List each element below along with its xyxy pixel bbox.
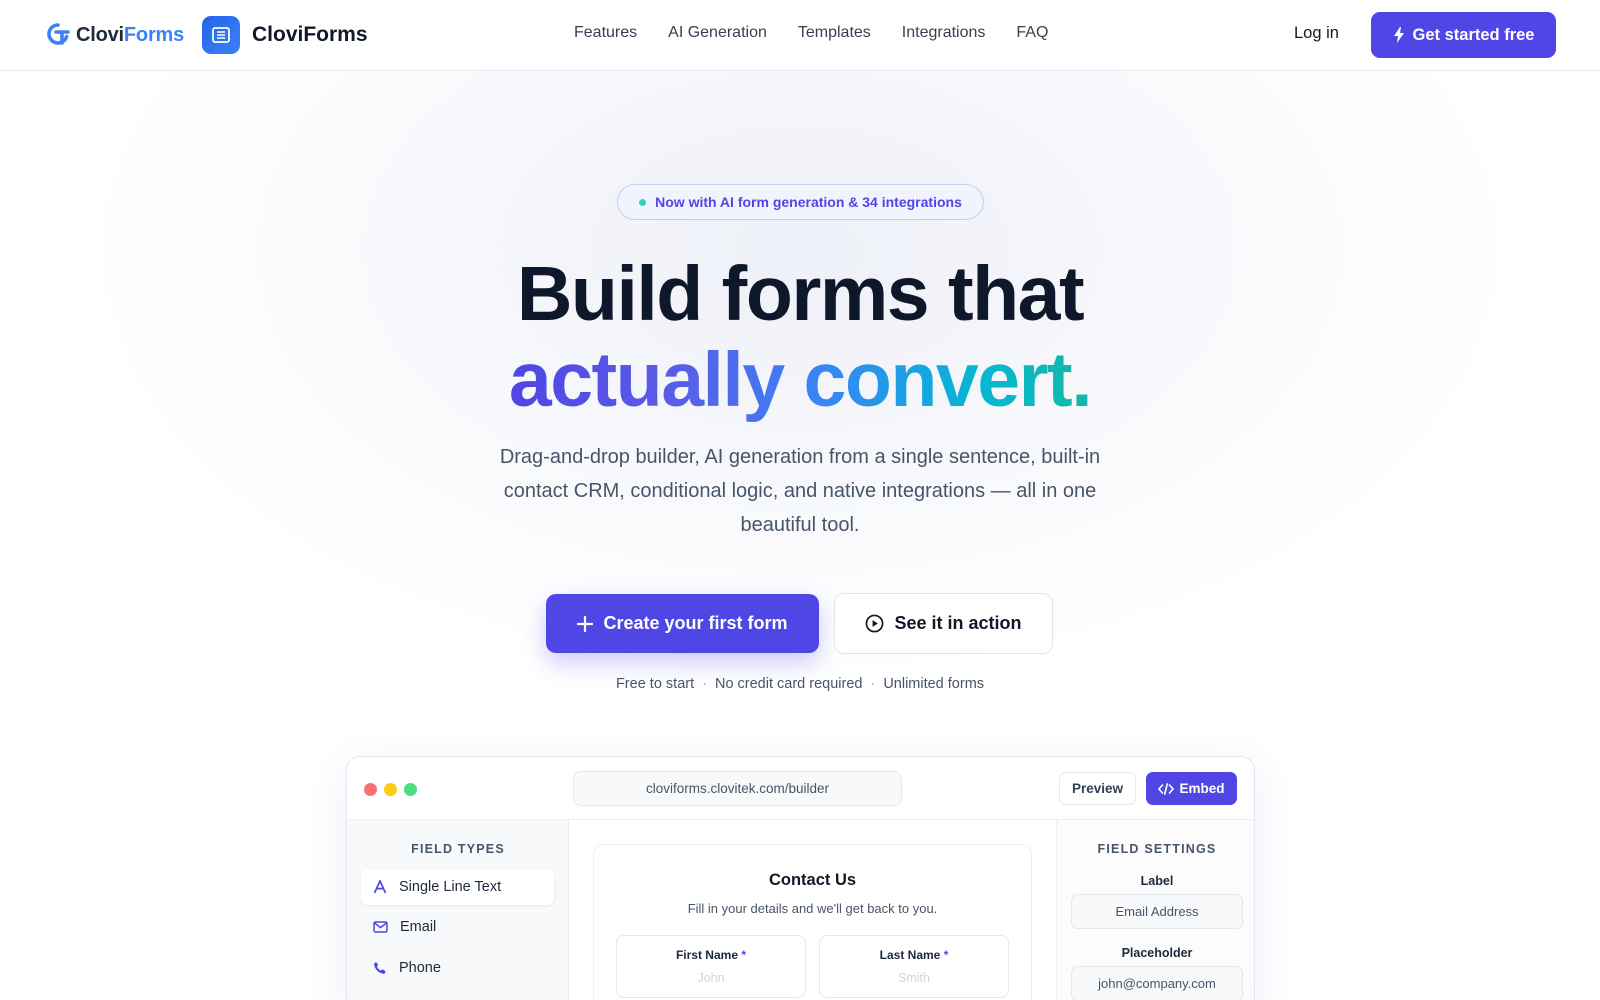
hero-title-line2: actually convert. — [0, 342, 1600, 419]
cloviforms-logo[interactable]: CloviForms — [44, 21, 184, 49]
code-icon — [1158, 782, 1175, 795]
form-card[interactable]: Contact Us Fill in your details and we'l… — [593, 844, 1032, 1000]
window-toolbar: cloviforms.clovitek.com/builder Preview … — [347, 757, 1254, 820]
field-type-single-line-text[interactable]: Single Line Text — [361, 869, 554, 905]
setting-placeholder-input[interactable]: john@company.com — [1071, 966, 1243, 1000]
field-label: Last Name * — [820, 948, 1008, 962]
last-name-placeholder: Smith — [898, 971, 930, 985]
nav-link-templates[interactable]: Templates — [798, 24, 871, 42]
first-name-placeholder: John — [697, 971, 725, 985]
mail-icon — [373, 921, 388, 933]
phone-icon — [374, 962, 386, 974]
field-types-title: FIELD TYPES — [411, 842, 505, 856]
last-name-field[interactable]: Last Name * Smith — [819, 935, 1009, 998]
field-type-label: Email — [400, 919, 437, 935]
get-started-label: Get started free — [1412, 25, 1535, 44]
embed-label: Embed — [1179, 781, 1225, 796]
field-settings-title: FIELD SETTINGS — [1097, 842, 1217, 856]
hero-title-line1: Build forms that — [516, 251, 1085, 337]
play-circle-icon — [866, 614, 884, 633]
nav-link-integrations[interactable]: Integrations — [902, 24, 986, 42]
field-settings-panel: FIELD SETTINGS Label Email Address Place… — [1056, 820, 1254, 1000]
maximize-dot-icon — [404, 783, 417, 796]
top-nav: CloviForms CloviForms Features AI Genera… — [0, 0, 1600, 71]
nav-link-faq[interactable]: FAQ — [1016, 24, 1048, 42]
perk-item: Unlimited forms — [883, 676, 985, 692]
field-label: First Name * — [617, 948, 805, 962]
perk-item: No credit card required — [714, 676, 863, 692]
hero-title-gradient-text: actually convert. — [508, 337, 1093, 423]
embed-button[interactable]: Embed — [1146, 772, 1237, 805]
builder-preview-window: cloviforms.clovitek.com/builder Preview … — [346, 756, 1255, 1000]
preview-button[interactable]: Preview — [1059, 772, 1136, 805]
minimize-dot-icon — [384, 783, 397, 796]
perks-line: Free to start · No credit card required · Un… — [615, 676, 985, 692]
create-form-button[interactable]: Create your first form — [546, 594, 819, 653]
field-type-label: Single Line Text — [399, 879, 502, 895]
form-subtitle: Fill in your details and we'll get back … — [687, 901, 938, 916]
required-marker: * — [943, 948, 949, 962]
field-type-phone[interactable]: Phone — [361, 950, 554, 986]
login-link[interactable]: Log in — [1294, 24, 1339, 43]
first-name-field[interactable]: First Name * John — [616, 935, 806, 998]
main-menu: Features AI Generation Templates Integra… — [574, 24, 1048, 42]
hero-subtitle: Drag-and-drop builder, AI generation fro… — [499, 446, 1101, 536]
plus-icon — [577, 615, 594, 632]
field-type-label: Phone — [399, 960, 441, 976]
required-marker: * — [741, 948, 747, 962]
setting-label-title: Label — [1140, 874, 1174, 888]
nav-link-ai-generation[interactable]: AI Generation — [668, 24, 767, 42]
clovitek-logo-icon — [47, 23, 70, 45]
lightning-icon — [1393, 27, 1404, 43]
field-type-email[interactable]: Email — [361, 909, 554, 945]
field-types-panel: FIELD TYPES Single Line Text Email Phone — [347, 820, 569, 1000]
brand[interactable]: CloviForms — [202, 16, 368, 54]
form-title: Contact Us — [768, 871, 857, 889]
status-dot-icon — [639, 198, 647, 206]
form-canvas: Contact Us Fill in your details and we'l… — [569, 820, 1056, 1000]
close-dot-icon — [364, 783, 377, 796]
brand-name: CloviForms — [252, 23, 368, 46]
setting-label-input[interactable]: Email Address — [1071, 894, 1243, 929]
see-in-action-label: See it in action — [894, 613, 1022, 633]
logo-wordmark: CloviForms — [76, 23, 185, 46]
text-icon — [373, 880, 387, 894]
announcement-pill[interactable]: Now with AI form generation & 34 integra… — [617, 184, 984, 220]
get-started-button[interactable]: Get started free — [1371, 12, 1556, 58]
first-name-label: First Name — [675, 948, 738, 962]
see-in-action-button[interactable]: See it in action — [834, 593, 1053, 654]
announcement-text: Now with AI form generation & 34 integra… — [655, 194, 962, 210]
url-bar[interactable]: cloviforms.clovitek.com/builder — [573, 771, 902, 806]
setting-placeholder-title: Placeholder — [1121, 946, 1193, 960]
form-list-icon — [202, 16, 240, 54]
perk-item: Free to start — [615, 676, 695, 692]
create-form-label: Create your first form — [603, 613, 788, 633]
nav-link-features[interactable]: Features — [574, 24, 637, 42]
last-name-label: Last Name — [879, 948, 941, 962]
